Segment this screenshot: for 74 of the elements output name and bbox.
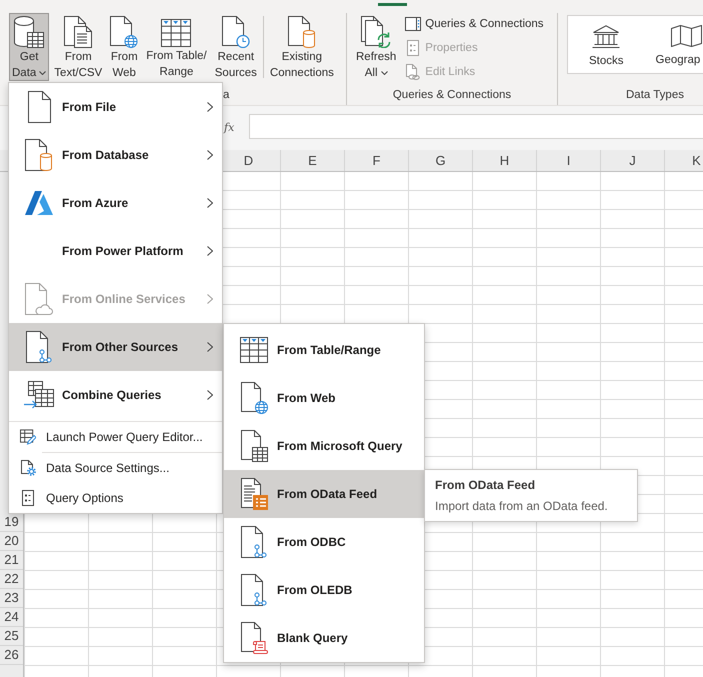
group-label: Queries & Connections bbox=[392, 89, 512, 101]
menu-item[interactable]: Combine Queries bbox=[9, 371, 222, 419]
list-icon bbox=[22, 490, 34, 506]
submenu-item[interactable]: From ODBC bbox=[224, 518, 424, 566]
panel-icon bbox=[405, 17, 422, 31]
row-header[interactable]: 26 bbox=[0, 646, 23, 665]
ribbon-button[interactable]: Queries & Connections bbox=[404, 12, 546, 36]
ribbon-button[interactable]: From Table/ Range bbox=[143, 13, 210, 81]
column-header[interactable]: J bbox=[600, 150, 664, 171]
column-header[interactable]: F bbox=[344, 150, 408, 171]
ribbon-button[interactable]: Recent Sources bbox=[212, 13, 260, 81]
document-database-icon bbox=[288, 16, 316, 48]
document-globe-icon bbox=[240, 382, 268, 414]
submenu-item[interactable]: From OData Feed bbox=[224, 470, 424, 518]
documents-icon bbox=[64, 16, 92, 48]
list-icon bbox=[407, 40, 420, 56]
document-nodes-icon bbox=[26, 331, 52, 363]
ribbon-button[interactable]: From Text/CSV bbox=[51, 13, 106, 81]
submenu-item[interactable]: From Table/Range bbox=[224, 326, 424, 374]
ribbon-button[interactable]: Get Data bbox=[9, 13, 50, 81]
document-table-icon bbox=[240, 430, 268, 462]
insert-function-button[interactable]: fx bbox=[224, 120, 234, 136]
document-form-icon bbox=[240, 478, 268, 510]
submenu-item[interactable]: Blank Query bbox=[224, 614, 424, 662]
row-header[interactable]: 24 bbox=[0, 608, 23, 627]
submenu-item[interactable]: From Web bbox=[224, 374, 424, 422]
group-label: a bbox=[223, 89, 230, 101]
formula-input[interactable] bbox=[249, 114, 703, 138]
ribbon-button[interactable]: From Web bbox=[107, 13, 142, 81]
document-nodes-icon bbox=[241, 574, 267, 606]
row-header[interactable]: 20 bbox=[0, 532, 23, 551]
column-header[interactable]: K bbox=[664, 150, 703, 171]
column-header[interactable]: G bbox=[408, 150, 472, 171]
document-cloud-icon bbox=[25, 283, 53, 315]
submenu-item[interactable]: From OLEDB bbox=[224, 566, 424, 614]
row-header[interactable]: 21 bbox=[0, 551, 23, 570]
row-header[interactable]: 22 bbox=[0, 570, 23, 589]
document-link-icon bbox=[406, 64, 420, 80]
ribbon-button[interactable]: Existing Connections bbox=[266, 13, 337, 81]
document-icon bbox=[28, 91, 50, 123]
menu-item[interactable]: From Other Sources bbox=[9, 323, 222, 371]
table-icon bbox=[240, 337, 268, 363]
menu-item[interactable]: Query Options bbox=[9, 483, 222, 513]
document-nodes-icon bbox=[241, 526, 267, 558]
tooltip-description: Import data from an OData feed. bbox=[435, 498, 609, 514]
menu-item[interactable]: From Azure bbox=[9, 179, 222, 227]
document-globe-icon bbox=[110, 16, 138, 48]
document-database-icon bbox=[25, 139, 53, 171]
ribbon-button[interactable]: Refresh All bbox=[353, 13, 400, 81]
gallery-item[interactable]: Stocks bbox=[589, 25, 624, 73]
menu-item[interactable]: From File bbox=[9, 83, 222, 131]
database-table-icon bbox=[14, 16, 44, 48]
selected-tab-indicator bbox=[378, 3, 407, 6]
document-gear-icon bbox=[20, 460, 36, 476]
menu-item[interactable]: From Power Platform bbox=[9, 227, 222, 275]
submenu-item[interactable]: From Microsoft Query bbox=[224, 422, 424, 470]
row-header[interactable]: 25 bbox=[0, 627, 23, 646]
group-label: Data Types bbox=[626, 89, 684, 101]
row-header[interactable]: 23 bbox=[0, 589, 23, 608]
tables-arrow-icon bbox=[24, 381, 54, 409]
menu-item[interactable]: Data Source Settings... bbox=[9, 453, 222, 483]
tooltip-title: From OData Feed bbox=[435, 477, 536, 493]
column-header[interactable]: E bbox=[280, 150, 344, 171]
gallery-item[interactable]: Geograp bbox=[656, 25, 702, 73]
table-icon bbox=[161, 19, 192, 47]
menu-item[interactable]: Launch Power Query Editor... bbox=[9, 422, 222, 452]
document-clock-icon bbox=[222, 16, 250, 48]
a-logo-icon bbox=[25, 191, 53, 215]
column-header[interactable]: I bbox=[536, 150, 600, 171]
table-pencil-icon bbox=[20, 429, 36, 445]
documents-refresh-icon bbox=[361, 16, 392, 48]
bank-icon bbox=[592, 25, 620, 48]
column-header[interactable]: H bbox=[472, 150, 536, 171]
document-scroll-icon bbox=[240, 622, 268, 654]
